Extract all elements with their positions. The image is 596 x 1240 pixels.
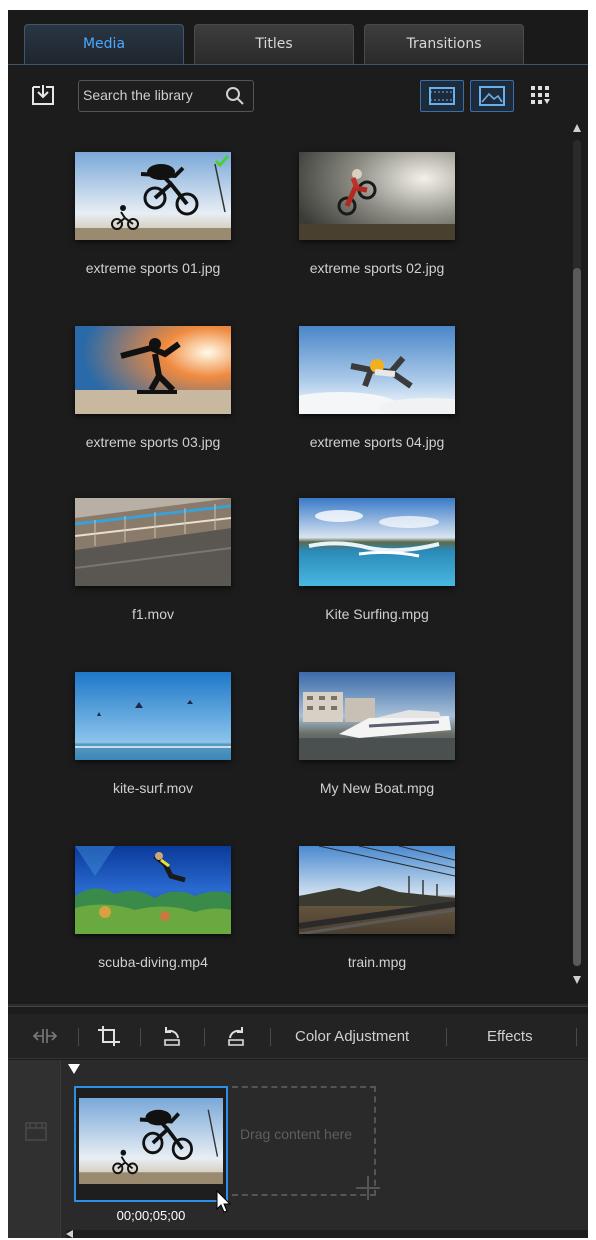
library-toolbar — [8, 66, 588, 116]
media-thumbnail[interactable] — [299, 846, 455, 934]
thumbnail-view-icon — [479, 86, 505, 106]
library-item[interactable]: extreme sports 03.jpg — [50, 326, 250, 476]
toolbar-separator — [204, 1028, 205, 1046]
scrollbar-thumb[interactable] — [573, 268, 581, 966]
timeline-panel: 00;00;05;00 Drag content here — [8, 1060, 588, 1238]
storyboard-view-button[interactable] — [420, 80, 464, 112]
plus-icon — [356, 1176, 380, 1200]
toolbar-separator — [576, 1028, 577, 1046]
media-thumbnail[interactable] — [75, 846, 231, 934]
media-label: extreme sports 04.jpg — [309, 434, 445, 450]
media-label: extreme sports 03.jpg — [85, 434, 221, 450]
library-item[interactable]: extreme sports 01.jpg — [50, 152, 250, 302]
color-adjustment-button[interactable]: Color Adjustment — [295, 1028, 409, 1045]
media-thumbnail[interactable] — [299, 672, 455, 760]
toolbar-separator — [140, 1028, 141, 1046]
clip-thumbnail — [79, 1098, 223, 1184]
timeline-clip[interactable] — [74, 1086, 228, 1202]
media-thumbnail[interactable] — [299, 498, 455, 586]
track-header — [8, 1060, 61, 1238]
panel-divider[interactable] — [8, 1004, 588, 1007]
library-item[interactable]: kite-surf.mov — [50, 672, 250, 822]
media-label: extreme sports 02.jpg — [309, 260, 445, 276]
tab-transitions[interactable]: Transitions — [364, 24, 524, 65]
rotate-right-icon[interactable] — [224, 1024, 248, 1048]
import-media-icon[interactable] — [30, 83, 56, 107]
video-track-icon — [25, 1122, 47, 1141]
toolbar-separator — [446, 1028, 447, 1046]
tab-underline — [8, 64, 588, 65]
toolbar-separator — [270, 1028, 271, 1046]
rotate-left-icon[interactable] — [160, 1024, 184, 1048]
tab-titles[interactable]: Titles — [194, 24, 354, 65]
effects-button[interactable]: Effects — [487, 1028, 533, 1045]
library-item[interactable]: train.mpg — [274, 846, 474, 996]
drop-hint: Drag content here — [240, 1126, 353, 1142]
media-thumbnail[interactable] — [299, 152, 455, 240]
playhead-marker-icon[interactable] — [68, 1064, 80, 1076]
library-item[interactable]: extreme sports 02.jpg — [274, 152, 474, 302]
check-icon — [214, 155, 230, 168]
library-item[interactable]: Kite Surfing.mpg — [274, 498, 474, 648]
media-thumbnail[interactable] — [299, 326, 455, 414]
search-icon[interactable] — [225, 86, 245, 106]
library-item[interactable]: scuba-diving.mp4 — [50, 846, 250, 996]
scroll-up-arrow-icon[interactable] — [571, 122, 583, 134]
clip-duration: 00;00;05;00 — [116, 1208, 186, 1223]
thumbnail-view-button[interactable] — [470, 80, 514, 112]
mouse-cursor-icon — [216, 1190, 232, 1213]
timeline-scrollbar[interactable] — [66, 1230, 588, 1238]
media-label: extreme sports 01.jpg — [85, 260, 221, 276]
tab-bar: Media Titles Transitions — [8, 10, 588, 65]
edit-toolbar: Color Adjustment Effects — [8, 1014, 588, 1059]
grid-size-icon[interactable] — [529, 84, 551, 106]
split-icon[interactable] — [30, 1024, 60, 1048]
media-label: train.mpg — [347, 954, 407, 970]
media-thumbnail[interactable] — [75, 152, 231, 240]
media-thumbnail[interactable] — [75, 498, 231, 586]
media-thumbnail[interactable] — [75, 672, 231, 760]
media-label: f1.mov — [131, 606, 174, 622]
tab-media[interactable]: Media — [24, 24, 184, 65]
toolbar-separator — [78, 1028, 79, 1046]
scroll-left-arrow-icon[interactable] — [66, 1230, 74, 1238]
library-item[interactable]: extreme sports 04.jpg — [274, 326, 474, 476]
library-item[interactable]: f1.mov — [50, 498, 250, 648]
search-box[interactable] — [78, 80, 254, 112]
crop-icon[interactable] — [96, 1024, 122, 1048]
search-input[interactable] — [83, 81, 218, 109]
scroll-down-arrow-icon[interactable] — [571, 974, 583, 986]
media-label: My New Boat.mpg — [319, 780, 435, 796]
media-label: Kite Surfing.mpg — [325, 606, 429, 622]
media-label: kite-surf.mov — [112, 780, 194, 796]
media-room-panel: Media Titles Transitions Search the libr… — [8, 10, 588, 1238]
media-thumbnail[interactable] — [75, 326, 231, 414]
storyboard-view-icon — [429, 87, 455, 105]
library-item[interactable]: My New Boat.mpg — [274, 672, 474, 822]
media-library-grid: extreme sports 01.jpg extreme sports 02.… — [8, 116, 568, 996]
media-label: scuba-diving.mp4 — [98, 954, 208, 970]
